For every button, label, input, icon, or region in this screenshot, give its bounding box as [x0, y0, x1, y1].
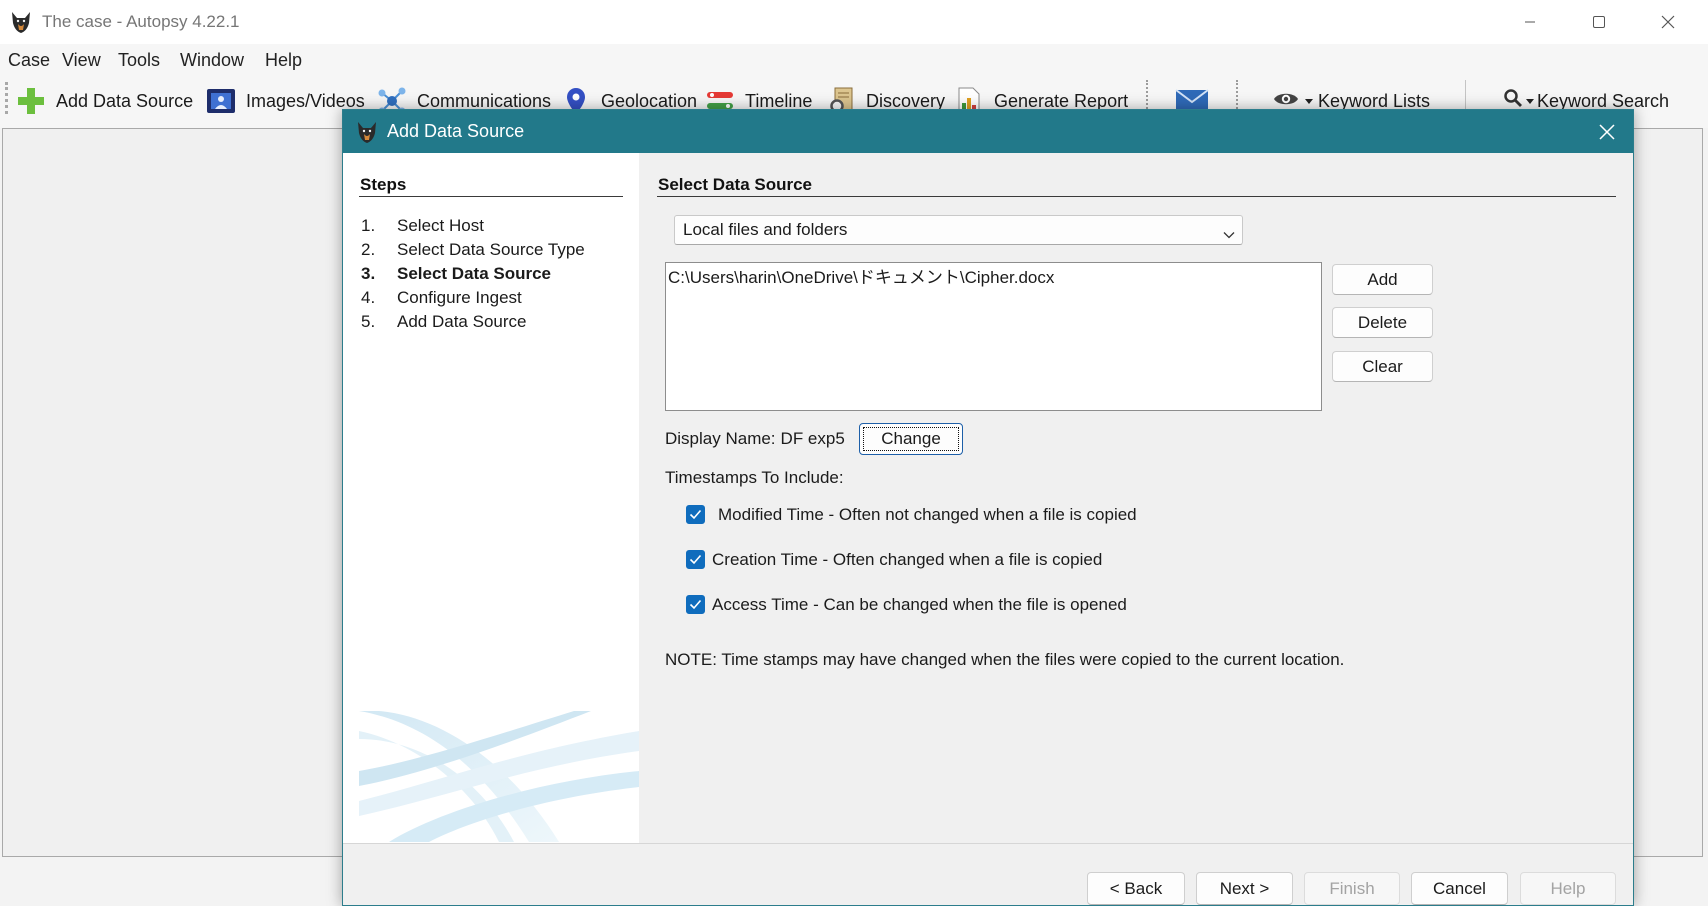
delete-file-button[interactable]: Delete	[1332, 307, 1433, 338]
divider	[359, 196, 623, 197]
creation-time-checkbox[interactable]	[686, 550, 705, 569]
display-name-value: DF exp5	[780, 429, 845, 448]
maximize-icon[interactable]	[1576, 0, 1622, 44]
display-name-row: Display Name: DF exp5	[665, 429, 845, 449]
window-titlebar: The case - Autopsy 4.22.1	[0, 0, 1708, 44]
step-number: 3.	[361, 264, 376, 283]
toolbar-separator	[1465, 80, 1467, 112]
menu-bar: Case View Tools Window Help	[0, 44, 1708, 76]
menu-view[interactable]: View	[62, 44, 101, 76]
step-number: 1.	[361, 216, 376, 235]
images-videos-icon	[206, 86, 236, 116]
help-button: Help	[1520, 872, 1616, 905]
timestamp-option-creation[interactable]: Creation Time - Often changed when a fil…	[640, 550, 1340, 570]
menu-window[interactable]: Window	[180, 44, 244, 76]
close-icon[interactable]	[1645, 0, 1691, 44]
finish-button: Finish	[1304, 872, 1400, 905]
list-item[interactable]: C:\Users\harin\OneDrive\ドキュメント\Cipher.do…	[668, 267, 1054, 289]
panel-heading: Select Data Source	[658, 175, 813, 194]
focus-indicator	[863, 427, 959, 451]
step-label: Configure Ingest	[397, 288, 522, 307]
toolbar-grip[interactable]	[5, 82, 8, 114]
close-icon[interactable]	[1587, 110, 1627, 153]
window-title: The case - Autopsy 4.22.1	[42, 12, 240, 31]
display-name-label: Display Name:	[665, 429, 776, 448]
minimize-icon[interactable]	[1507, 0, 1553, 44]
next-button[interactable]: Next >	[1196, 872, 1293, 905]
access-time-label: Access Time - Can be changed when the fi…	[712, 595, 1127, 614]
dialog-footer: < Back Next > Finish Cancel Help	[343, 843, 1633, 905]
add-data-source-button[interactable]: Add Data Source	[16, 76, 193, 126]
divider	[657, 196, 1616, 197]
images-videos-button[interactable]: Images/Videos	[206, 76, 365, 126]
step-number: 4.	[361, 288, 376, 307]
wizard-banner-graphic	[359, 711, 639, 842]
autopsy-logo-icon	[355, 120, 379, 144]
menu-help[interactable]: Help	[265, 44, 302, 76]
step-label: Select Host	[397, 216, 484, 235]
cancel-button[interactable]: Cancel	[1411, 872, 1508, 905]
checkmark-icon	[689, 509, 702, 520]
timestamp-note: NOTE: Time stamps may have changed when …	[665, 650, 1345, 669]
chevron-down-icon	[1223, 226, 1235, 239]
chevron-down-icon	[1304, 92, 1314, 110]
timestamp-option-modified[interactable]: Modified Time - Often not changed when a…	[640, 505, 1340, 525]
clear-files-button[interactable]: Clear	[1332, 351, 1433, 382]
dialog-title: Add Data Source	[387, 121, 525, 141]
timestamps-heading: Timestamps To Include:	[665, 468, 844, 487]
creation-time-label: Creation Time - Often changed when a fil…	[712, 550, 1103, 569]
toolbar-separator	[1146, 80, 1148, 112]
add-file-button[interactable]: Add	[1332, 264, 1433, 295]
step-label: Select Data Source	[397, 264, 552, 283]
file-list[interactable]: C:\Users\harin\OneDrive\ドキュメント\Cipher.do…	[665, 262, 1322, 411]
autopsy-logo-icon	[9, 10, 33, 34]
source-type-dropdown[interactable]: Local files and folders	[674, 215, 1243, 245]
timestamp-option-access[interactable]: Access Time - Can be changed when the fi…	[640, 595, 1340, 615]
modified-time-checkbox[interactable]	[686, 505, 705, 524]
menu-tools[interactable]: Tools	[118, 44, 160, 76]
back-button[interactable]: < Back	[1087, 872, 1185, 905]
dialog-titlebar[interactable]: Add Data Source	[343, 110, 1633, 153]
step-label: Add Data Source	[397, 312, 527, 331]
access-time-checkbox[interactable]	[686, 595, 705, 614]
step-label: Select Data Source Type	[397, 240, 585, 259]
step-number: 2.	[361, 240, 376, 259]
add-data-source-label: Add Data Source	[56, 90, 194, 111]
source-type-selected: Local files and folders	[683, 220, 848, 239]
modified-time-label: Modified Time - Often not changed when a…	[718, 505, 1137, 524]
select-data-source-panel: Select Data Source Local files and folde…	[640, 153, 1633, 843]
step-number: 5.	[361, 312, 376, 331]
change-display-name-button[interactable]: Change	[859, 423, 963, 455]
steps-panel: Steps 1. Select Host 2. Select Data Sour…	[343, 153, 639, 843]
add-data-source-dialog: Add Data Source Steps 1. Select Host 2. …	[342, 109, 1634, 906]
steps-heading: Steps	[360, 175, 407, 194]
menu-case[interactable]: Case	[8, 44, 50, 76]
toolbar-separator	[1236, 80, 1238, 112]
checkmark-icon	[689, 554, 702, 565]
chevron-down-icon	[1526, 92, 1534, 110]
add-plus-icon	[16, 86, 46, 116]
checkmark-icon	[689, 599, 702, 610]
